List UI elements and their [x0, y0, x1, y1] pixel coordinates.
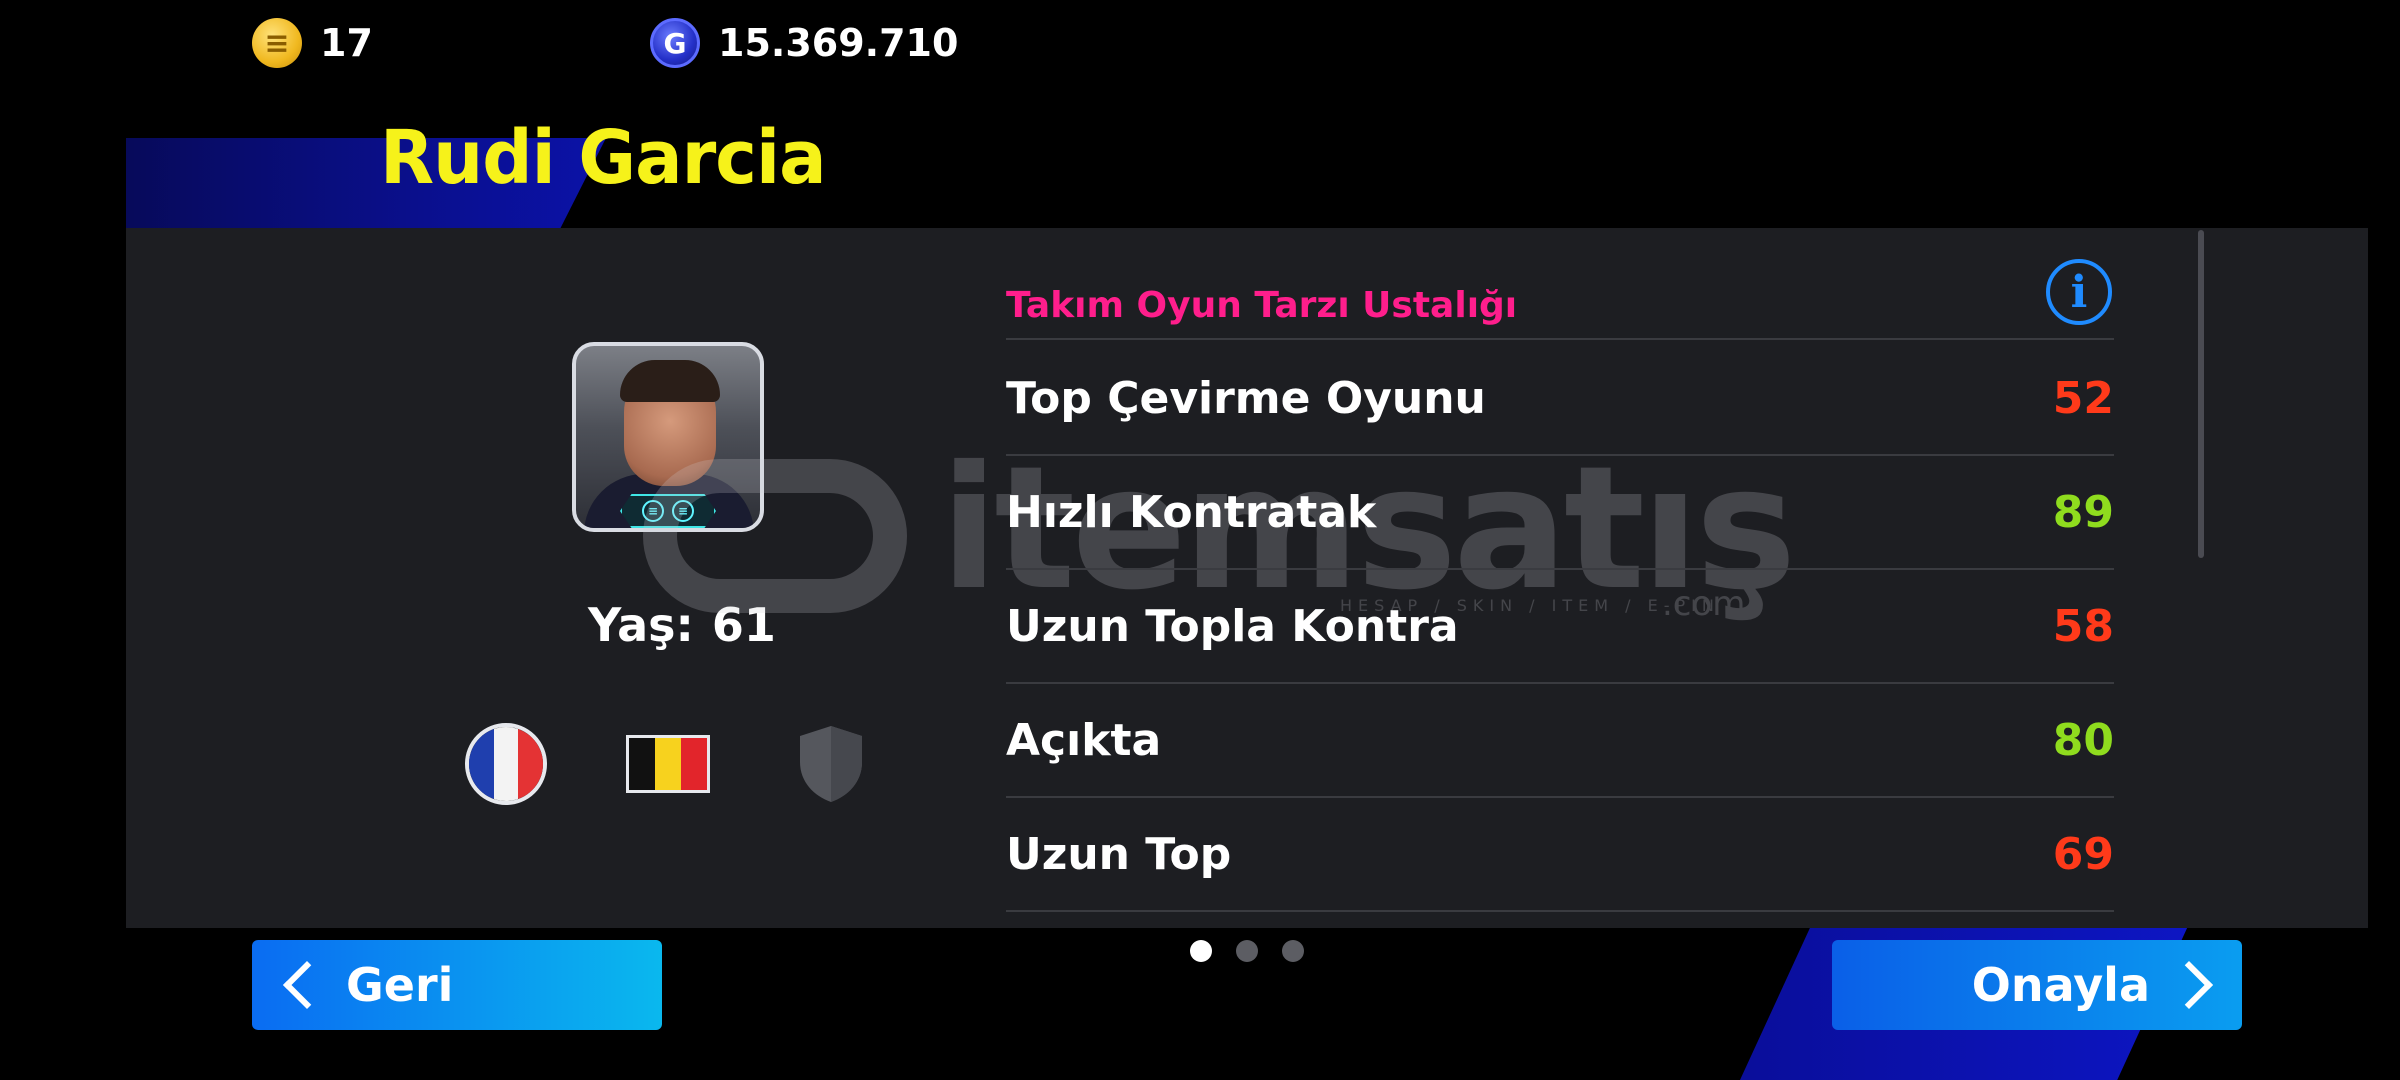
- playstyle-label: Uzun Topla Kontra: [1006, 600, 1459, 652]
- chevron-left-icon: [282, 960, 332, 1010]
- list-item[interactable]: Açıkta 80: [1006, 684, 2114, 798]
- info-icon[interactable]: i: [2046, 259, 2112, 325]
- page-dot[interactable]: [1236, 940, 1258, 962]
- manager-name: Rudi Garcia: [380, 115, 827, 201]
- list-item[interactable]: Uzun Topla Kontra 58: [1006, 570, 2114, 684]
- back-button[interactable]: Geri: [252, 940, 662, 1030]
- page-indicator: [1190, 940, 1304, 962]
- age-label: Yaş:: [588, 598, 694, 652]
- list-item[interactable]: Top Çevirme Oyunu 52: [1006, 342, 2114, 456]
- playstyle-heading: Takım Oyun Tarzı Ustalığı: [1006, 285, 1518, 326]
- playstyle-value: 58: [2052, 600, 2114, 652]
- list-item[interactable]: Hızlı Kontratak 89: [1006, 456, 2114, 570]
- chevron-right-icon: [2164, 960, 2214, 1010]
- confirm-button[interactable]: Onayla: [1832, 940, 2242, 1030]
- france-flag-icon: [465, 723, 547, 805]
- playstyle-value: 80: [2052, 714, 2114, 766]
- gp-counter: G 15.369.710: [650, 18, 958, 68]
- manager-avatar[interactable]: ≡ ≡: [572, 342, 764, 532]
- efootball-coin-icon: ≡: [252, 18, 302, 68]
- coins-counter: ≡ 17: [252, 18, 373, 68]
- playstyle-label: Top Çevirme Oyunu: [1006, 372, 1486, 424]
- list-scrollbar[interactable]: [2198, 230, 2204, 558]
- playstyle-value: 89: [2052, 486, 2114, 538]
- club-shield-icon: [800, 726, 862, 802]
- age-value: 61: [711, 598, 776, 652]
- page-dot[interactable]: [1190, 940, 1212, 962]
- coins-value: 17: [320, 21, 373, 65]
- efootball-badge-icon: ≡: [672, 500, 694, 522]
- belgium-flag-icon: [626, 735, 710, 793]
- list-item[interactable]: Uzun Top 69: [1006, 798, 2114, 912]
- page-dot[interactable]: [1282, 940, 1304, 962]
- card-badge-icon: ≡ ≡: [620, 494, 716, 528]
- gp-value: 15.369.710: [718, 21, 959, 65]
- playstyle-label: Hızlı Kontratak: [1006, 486, 1377, 538]
- playstyle-label: Açıkta: [1006, 714, 1162, 766]
- gp-icon: G: [650, 18, 700, 68]
- manager-age: Yaş: 61: [588, 598, 776, 652]
- confirm-button-label: Onayla: [1971, 958, 2150, 1012]
- playstyle-label: Uzun Top: [1006, 828, 1232, 880]
- efootball-badge-icon: ≡: [642, 500, 664, 522]
- avatar-hair: [620, 360, 720, 402]
- playstyle-value: 69: [2052, 828, 2114, 880]
- back-button-label: Geri: [346, 958, 454, 1012]
- divider: [1006, 338, 2114, 340]
- playstyle-value: 52: [2052, 372, 2114, 424]
